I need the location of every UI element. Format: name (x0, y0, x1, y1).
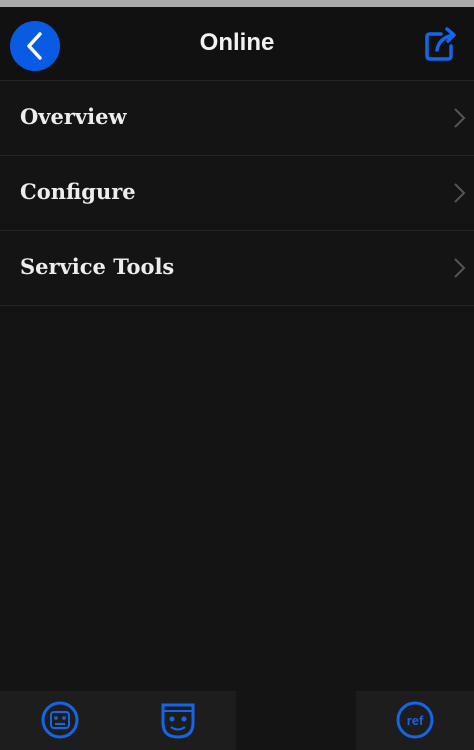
chevron-right-icon (454, 258, 466, 278)
unit-face-icon (161, 703, 195, 739)
controller-button[interactable] (39, 699, 81, 741)
menu-item-label: Configure (20, 179, 136, 204)
menu-list: Overview Configure Service Tools (0, 81, 474, 306)
menu-item-label: Service Tools (20, 254, 175, 279)
export-button[interactable] (420, 25, 460, 65)
chevron-right-icon (454, 183, 466, 203)
svg-text:ref: ref (407, 713, 424, 728)
controller-icon (41, 701, 79, 739)
unit-face-button[interactable] (157, 699, 199, 741)
bottom-tab-bar: ref (0, 691, 474, 750)
share-export-icon (425, 27, 456, 61)
header-bar: Online (0, 7, 474, 81)
app-screen: Online Overview Configure Service Tools (0, 0, 474, 750)
bottom-bar-left-segment (0, 691, 236, 750)
menu-item-service-tools[interactable]: Service Tools (0, 231, 474, 306)
menu-item-label: Overview (20, 104, 127, 129)
page-title: Online (199, 29, 275, 56)
status-strip (0, 0, 474, 7)
chevron-right-icon (454, 108, 466, 128)
menu-item-overview[interactable]: Overview (0, 81, 474, 156)
ref-button[interactable]: ref (394, 699, 436, 741)
ref-icon: ref (396, 701, 434, 739)
menu-item-configure[interactable]: Configure (0, 156, 474, 231)
